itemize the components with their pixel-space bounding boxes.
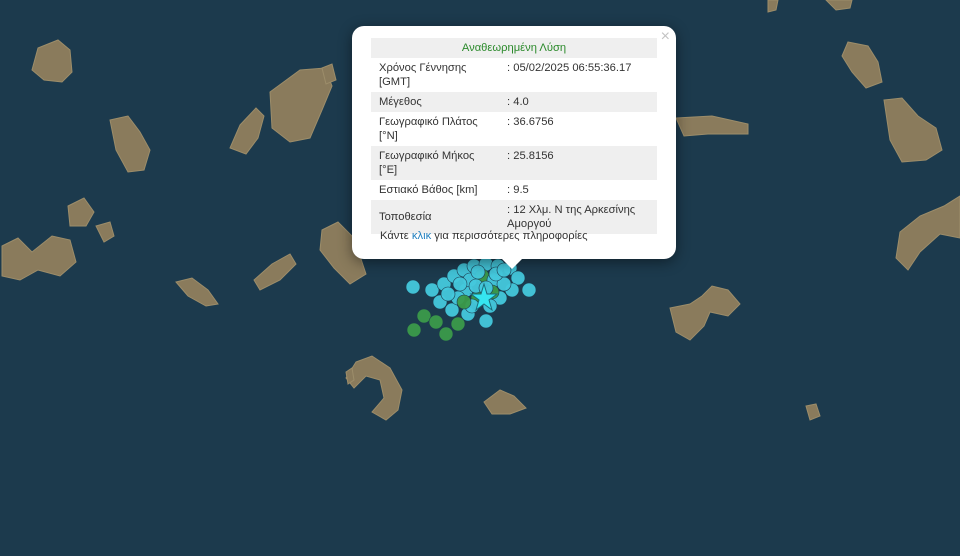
info-row: Τοποθεσία : 12 Χλμ. Ν της Αρκεσίνης Αμορ… (371, 200, 657, 234)
quake-marker[interactable] (428, 314, 444, 330)
depth-value: : 9.5 (507, 184, 529, 196)
info-row: Εστιακό Βάθος [km] : 9.5 (371, 180, 657, 200)
origin-time-label: Χρόνος Γέννησης [GMT] (379, 62, 467, 88)
quake-marker[interactable] (470, 264, 486, 280)
earthquake-info-popup: × Αναθεωρημένη Λύση Χρόνος Γέννησης [GMT… (352, 26, 676, 259)
close-icon[interactable]: × (661, 28, 670, 46)
latitude-label: Γεωγραφικό Πλάτος [°N] (379, 116, 478, 142)
info-row: Γεωγραφικό Πλάτος [°N] : 36.6756 (371, 112, 657, 146)
latitude-value: : 36.6756 (507, 116, 554, 128)
magnitude-value: : 4.0 (499, 92, 657, 112)
origin-time-value: : 05/02/2025 06:55:36.17 (507, 62, 632, 74)
info-row: Γεωγραφικό Μήκος [°E] : 25.8156 (371, 146, 657, 180)
more-info-line: Κάντε κλικ για περισσότερες πληροφορίες (380, 230, 587, 242)
quake-marker[interactable] (452, 276, 468, 292)
popup-pointer (500, 257, 524, 269)
location-label: Τοποθεσία (371, 200, 499, 234)
longitude-label: Γεωγραφικό Μήκος [°E] (371, 146, 499, 180)
quake-marker[interactable] (405, 279, 421, 295)
quake-marker[interactable] (440, 286, 456, 302)
earthquake-info-table: Αναθεωρημένη Λύση Χρόνος Γέννησης [GMT] … (371, 38, 657, 234)
info-row: Μέγεθος : 4.0 (371, 92, 657, 112)
more-info-prefix: Κάντε (380, 230, 409, 242)
popup-title: Αναθεωρημένη Λύση (371, 38, 657, 58)
info-row: Χρόνος Γέννησης [GMT] : 05/02/2025 06:55… (371, 58, 657, 92)
quake-marker[interactable] (456, 294, 472, 310)
quake-marker[interactable] (521, 282, 537, 298)
quake-marker[interactable] (438, 326, 454, 342)
depth-label: Εστιακό Βάθος [km] (379, 184, 478, 196)
quake-marker[interactable] (478, 313, 494, 329)
magnitude-label: Μέγεθος (371, 92, 499, 112)
longitude-value: : 25.8156 (499, 146, 657, 180)
more-info-link[interactable]: κλικ (412, 230, 431, 242)
more-info-suffix: για περισσότερες πληροφορίες (434, 230, 588, 242)
quake-marker[interactable] (406, 322, 422, 338)
location-value: : 12 Χλμ. Ν της Αρκεσίνης Αμοργού (499, 200, 657, 234)
